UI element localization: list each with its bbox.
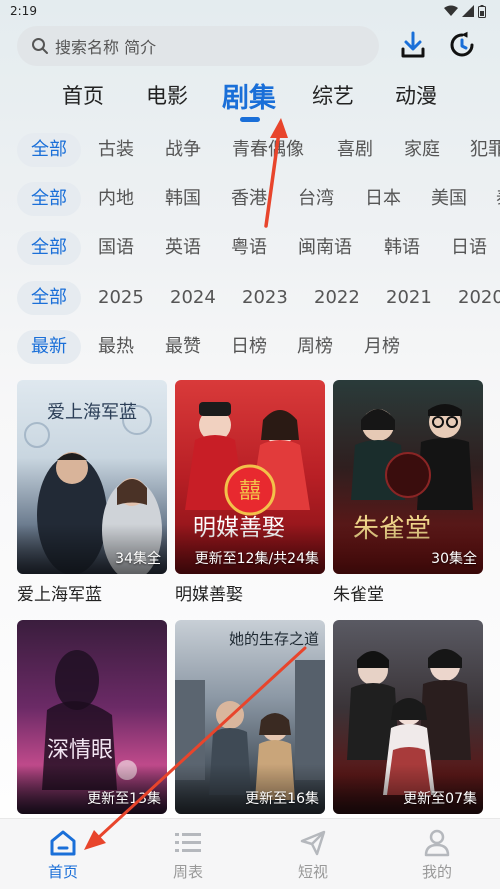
card-title[interactable]: 朱雀堂 xyxy=(333,580,483,605)
history-button[interactable] xyxy=(447,30,477,60)
episode-badge: 更新至13集 xyxy=(87,791,161,807)
episode-badge: 34集全 xyxy=(115,551,161,567)
poster-art-title: 爱上海军蓝 xyxy=(47,402,137,423)
video-card[interactable]: 囍 明媒善娶 更新至12集/共24集 明媒善娶 xyxy=(175,380,325,605)
signal-icon xyxy=(462,5,474,17)
history-icon xyxy=(450,31,474,57)
poster-image[interactable]: 爱上海军蓝 34集全 xyxy=(17,380,167,574)
filter-genre-row: 全部 古装 战争 青春偶像 喜剧 家庭 犯罪 xyxy=(0,133,500,169)
filter-region-item[interactable]: 台湾 xyxy=(298,182,334,216)
poster-art-title: 深情眼 xyxy=(47,738,114,763)
filter-year-item[interactable]: 2022 xyxy=(314,281,360,315)
bottom-tab-schedule[interactable]: 周表 xyxy=(148,827,228,882)
user-icon xyxy=(424,829,450,857)
bottom-tab-home[interactable]: 首页 xyxy=(23,827,103,882)
bottom-tab-bar: 首页 周表 短视 我的 xyxy=(0,818,500,889)
channel-tabs: 首页 电影 剧集 综艺 动漫 xyxy=(0,74,500,122)
svg-text:囍: 囍 xyxy=(239,479,261,504)
search-placeholder: 搜索名称 简介 xyxy=(55,38,157,57)
filter-year-item[interactable]: 2023 xyxy=(242,281,288,315)
status-icons xyxy=(444,4,486,18)
bottom-tab-shorts[interactable]: 短视 xyxy=(273,827,353,882)
filter-region-row: 全部 内地 韩国 香港 台湾 日本 美国 泰 xyxy=(0,182,500,218)
video-card[interactable]: 朱雀堂 30集全 朱雀堂 xyxy=(333,380,483,605)
filter-region-item[interactable]: 香港 xyxy=(231,182,267,216)
card-title[interactable]: 明媒善娶 xyxy=(175,580,325,605)
poster-art-title: 她的生存之道 xyxy=(229,630,320,648)
filter-language-item[interactable]: 日语 xyxy=(451,231,487,265)
filter-sort-item[interactable]: 日榜 xyxy=(231,330,267,364)
filter-language-item[interactable]: 国语 xyxy=(98,231,134,265)
poster-image[interactable]: 她的生存之道 更新至16集 xyxy=(175,620,325,814)
tab-variety[interactable]: 综艺 xyxy=(312,80,354,110)
filter-region-item[interactable]: 韩国 xyxy=(165,182,201,216)
download-button[interactable] xyxy=(398,30,428,60)
filter-language-row: 全部 国语 英语 粤语 闽南语 韩语 日语 xyxy=(0,231,500,267)
battery-icon xyxy=(478,4,486,18)
filter-sort-item[interactable]: 最热 xyxy=(98,330,134,364)
filter-language-item[interactable]: 韩语 xyxy=(384,231,420,265)
bottom-tab-label: 我的 xyxy=(421,863,452,881)
active-tab-indicator xyxy=(240,117,260,122)
filter-genre-item[interactable]: 喜剧 xyxy=(337,133,373,167)
card-title[interactable]: 爱上海军蓝 xyxy=(17,580,167,605)
filter-region-item[interactable]: 日本 xyxy=(365,182,401,216)
filter-genre-item[interactable]: 古装 xyxy=(98,133,134,167)
status-time: 2:19 xyxy=(10,4,37,18)
poster-image[interactable]: 囍 明媒善娶 更新至12集/共24集 xyxy=(175,380,325,574)
bottom-tab-label: 首页 xyxy=(47,863,78,881)
filter-genre-all[interactable]: 全部 xyxy=(17,133,81,167)
tab-series[interactable]: 剧集 xyxy=(222,76,276,115)
filter-sort-item[interactable]: 最赞 xyxy=(165,330,201,364)
filter-year-item[interactable]: 2020 xyxy=(458,281,500,315)
filter-genre-item[interactable]: 犯罪 xyxy=(470,133,500,167)
tab-home[interactable]: 首页 xyxy=(62,80,104,110)
filter-language-all[interactable]: 全部 xyxy=(17,231,81,265)
filter-year-row: 全部 2025 2024 2023 2022 2021 2020 xyxy=(0,281,500,317)
bottom-tab-label: 周表 xyxy=(172,863,203,881)
video-card[interactable]: 更新至07集 xyxy=(333,620,483,814)
list-icon xyxy=(175,833,201,852)
poster-image[interactable]: 深情眼 更新至13集 xyxy=(17,620,167,814)
paper-plane-icon xyxy=(300,830,326,856)
poster-image[interactable]: 朱雀堂 30集全 xyxy=(333,380,483,574)
filter-language-item[interactable]: 英语 xyxy=(165,231,201,265)
filter-region-all[interactable]: 全部 xyxy=(17,182,81,216)
filter-year-all[interactable]: 全部 xyxy=(17,281,81,315)
filter-genre-item[interactable]: 家庭 xyxy=(404,133,440,167)
status-bar: 2:19 xyxy=(0,0,500,22)
video-card[interactable]: 深情眼 更新至13集 xyxy=(17,620,167,814)
filter-region-item[interactable]: 美国 xyxy=(431,182,467,216)
filter-sort-row: 最新 最热 最赞 日榜 周榜 月榜 xyxy=(0,330,500,366)
filter-language-item[interactable]: 闽南语 xyxy=(298,231,352,265)
filter-year-item[interactable]: 2024 xyxy=(170,281,216,315)
episode-badge: 更新至16集 xyxy=(245,791,319,807)
filter-sort-item[interactable]: 月榜 xyxy=(364,330,400,364)
download-icon xyxy=(401,31,425,58)
filter-genre-item[interactable]: 青春偶像 xyxy=(232,133,304,167)
bottom-tab-profile[interactable]: 我的 xyxy=(397,827,477,882)
filter-region-item[interactable]: 泰 xyxy=(496,182,500,216)
filter-year-item[interactable]: 2021 xyxy=(386,281,432,315)
filter-language-item[interactable]: 粤语 xyxy=(231,231,267,265)
episode-badge: 更新至12集/共24集 xyxy=(194,551,319,567)
bottom-tab-label: 短视 xyxy=(297,863,328,881)
wifi-icon xyxy=(444,5,458,16)
video-card[interactable]: 她的生存之道 更新至16集 xyxy=(175,620,325,814)
search-bar[interactable]: 搜索名称 简介 xyxy=(17,26,379,66)
poster-image[interactable]: 更新至07集 xyxy=(333,620,483,814)
video-card[interactable]: 爱上海军蓝 34集全 爱上海军蓝 xyxy=(17,380,167,605)
episode-badge: 更新至07集 xyxy=(403,791,477,807)
filter-region-item[interactable]: 内地 xyxy=(98,182,134,216)
filter-year-item[interactable]: 2025 xyxy=(98,281,144,315)
search-icon xyxy=(32,38,48,54)
home-icon xyxy=(50,830,76,856)
filter-sort-latest[interactable]: 最新 xyxy=(17,330,81,364)
tab-anime[interactable]: 动漫 xyxy=(395,80,437,110)
tab-movie[interactable]: 电影 xyxy=(146,80,188,110)
filter-genre-item[interactable]: 战争 xyxy=(165,133,201,167)
episode-badge: 30集全 xyxy=(431,551,477,567)
filter-sort-item[interactable]: 周榜 xyxy=(297,330,333,364)
